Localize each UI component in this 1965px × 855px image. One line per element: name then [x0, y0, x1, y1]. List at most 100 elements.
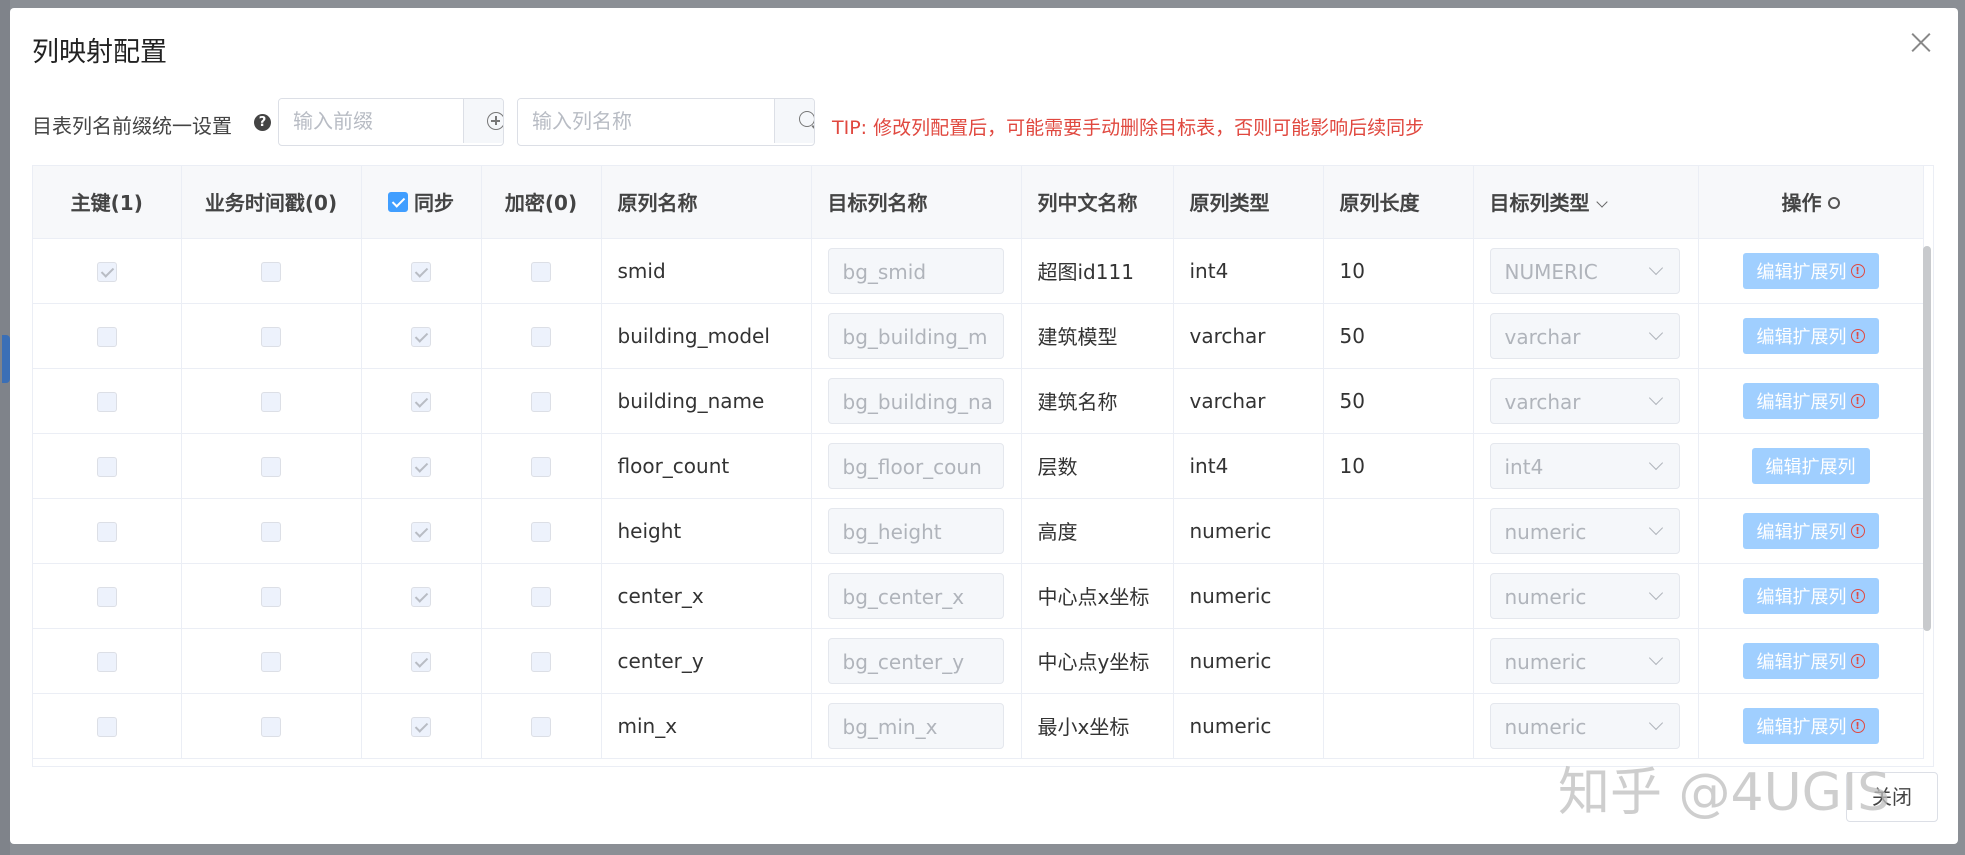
sync-checkbox[interactable] [411, 457, 431, 477]
encrypt-checkbox[interactable] [531, 392, 551, 412]
edit-extension-column-button[interactable]: 编辑扩展列 [1751, 447, 1870, 484]
target-name-input[interactable]: bg_center_y [827, 637, 1004, 684]
table-row: building_name bg_building_na 建筑名称 varchar 50… [33, 368, 1924, 434]
sync-all-checkbox[interactable] [388, 191, 408, 212]
source-name-cell: smid [601, 238, 812, 304]
target-type-select[interactable]: numeric [1489, 702, 1680, 749]
primary-key-checkbox[interactable] [96, 457, 117, 477]
table-scrollbar[interactable] [1923, 246, 1931, 631]
edit-extension-column-button[interactable]: 编辑扩展列! [1742, 252, 1879, 289]
source-name-cell: height [601, 498, 812, 564]
help-icon[interactable]: ? [254, 114, 271, 131]
source-type-cell: numeric [1173, 563, 1324, 629]
source-length-cell: 10 [1323, 433, 1474, 499]
column-search-input[interactable] [518, 99, 774, 143]
target-name-input[interactable]: bg_height [827, 507, 1004, 554]
sync-checkbox[interactable] [411, 717, 431, 737]
target-name-input[interactable]: bg_building_na [827, 377, 1004, 424]
chevron-down-icon [1648, 585, 1663, 600]
primary-key-checkbox[interactable] [96, 392, 117, 412]
encrypt-checkbox[interactable] [531, 652, 551, 672]
table-row: floor_count bg_floor_coun 层数 int4 10 int4 编辑扩展… [33, 433, 1924, 499]
target-type-value: numeric [1504, 714, 1587, 739]
encrypt-checkbox[interactable] [531, 327, 551, 347]
chinese-name-cell: 最小x坐标 [1021, 693, 1174, 759]
encrypt-checkbox[interactable] [531, 717, 551, 737]
primary-key-checkbox[interactable] [96, 522, 117, 542]
business-time-checkbox[interactable] [261, 652, 281, 672]
sync-checkbox[interactable] [411, 522, 431, 542]
business-time-checkbox[interactable] [261, 522, 281, 542]
edit-extension-column-button[interactable]: 编辑扩展列! [1742, 382, 1879, 419]
edit-extension-column-button[interactable]: 编辑扩展列! [1742, 577, 1879, 614]
target-type-value: varchar [1504, 324, 1581, 349]
header-primary-key[interactable]: 主键(1) [33, 166, 182, 239]
edit-extension-column-button[interactable]: 编辑扩展列! [1742, 707, 1879, 744]
edit-extension-column-button[interactable]: 编辑扩展列! [1742, 642, 1879, 679]
edit-extension-column-button[interactable]: 编辑扩展列! [1742, 317, 1879, 354]
target-name-input[interactable]: bg_center_x [827, 572, 1004, 619]
business-time-checkbox[interactable] [261, 717, 281, 737]
edit-extension-column-label: 编辑扩展列 [1756, 261, 1847, 283]
target-type-select[interactable]: varchar [1489, 377, 1680, 424]
primary-key-checkbox[interactable] [96, 327, 117, 347]
chinese-name-cell: 建筑模型 [1021, 303, 1174, 369]
primary-key-checkbox[interactable] [96, 652, 117, 672]
source-type-cell: numeric [1173, 693, 1324, 759]
chevron-down-icon [1648, 325, 1663, 340]
encrypt-checkbox[interactable] [531, 457, 551, 477]
header-encrypt[interactable]: 加密(0) [481, 166, 602, 239]
add-prefix-button[interactable] [463, 99, 503, 143]
encrypt-checkbox[interactable] [531, 522, 551, 542]
target-type-select[interactable]: int4 [1489, 442, 1680, 489]
close-button[interactable]: 关闭 [1846, 772, 1938, 822]
gear-icon[interactable] [1827, 197, 1840, 210]
edit-extension-column-label: 编辑扩展列 [1756, 651, 1847, 673]
edit-extension-column-button[interactable]: 编辑扩展列! [1742, 512, 1879, 549]
table-row: smid bg_smid 超图id111 int4 10 NUMERIC 编辑扩展列! [33, 238, 1924, 304]
primary-key-checkbox[interactable] [96, 717, 117, 737]
business-time-checkbox[interactable] [261, 392, 281, 412]
header-target-type[interactable]: 目标列类型 [1473, 166, 1699, 239]
header-chinese-name: 列中文名称 [1021, 166, 1174, 239]
header-target-name: 目标列名称 [811, 166, 1022, 239]
chevron-down-icon [1595, 196, 1608, 208]
target-name-input[interactable]: bg_smid [827, 247, 1004, 294]
source-type-cell: varchar [1173, 368, 1324, 434]
target-name-input[interactable]: bg_min_x [827, 702, 1004, 749]
target-type-select[interactable]: numeric [1489, 637, 1680, 684]
source-name-cell: floor_count [601, 433, 812, 499]
header-business-time[interactable]: 业务时间戳(0) [181, 166, 362, 239]
target-name-input[interactable]: bg_floor_coun [827, 442, 1004, 489]
business-time-checkbox[interactable] [261, 587, 281, 607]
target-type-select[interactable]: numeric [1489, 507, 1680, 554]
target-type-value: numeric [1504, 649, 1587, 674]
source-type-cell: int4 [1173, 433, 1324, 499]
chevron-down-icon [1648, 650, 1663, 665]
warning-icon: ! [1850, 263, 1865, 278]
business-time-checkbox[interactable] [261, 327, 281, 347]
business-time-checkbox[interactable] [261, 262, 281, 282]
header-source-name: 原列名称 [601, 166, 812, 239]
sync-checkbox[interactable] [411, 327, 431, 347]
close-icon[interactable] [1906, 28, 1936, 58]
sync-checkbox[interactable] [411, 587, 431, 607]
business-time-checkbox[interactable] [261, 457, 281, 477]
target-type-select[interactable]: NUMERIC [1489, 247, 1680, 294]
encrypt-checkbox[interactable] [531, 262, 551, 282]
header-actions-label: 操作 [1781, 191, 1822, 216]
sync-checkbox[interactable] [411, 262, 431, 282]
source-name-cell: building_name [601, 368, 812, 434]
encrypt-checkbox[interactable] [531, 587, 551, 607]
sync-checkbox[interactable] [411, 392, 431, 412]
target-type-select[interactable]: numeric [1489, 572, 1680, 619]
search-button[interactable] [774, 99, 814, 143]
target-name-input[interactable]: bg_building_m [827, 312, 1004, 359]
target-type-select[interactable]: varchar [1489, 312, 1680, 359]
primary-key-checkbox[interactable] [96, 587, 117, 607]
sync-checkbox[interactable] [411, 652, 431, 672]
prefix-input[interactable] [279, 99, 463, 143]
header-sync: 同步 [361, 166, 482, 239]
primary-key-checkbox[interactable] [96, 262, 117, 282]
warning-icon: ! [1850, 328, 1865, 343]
